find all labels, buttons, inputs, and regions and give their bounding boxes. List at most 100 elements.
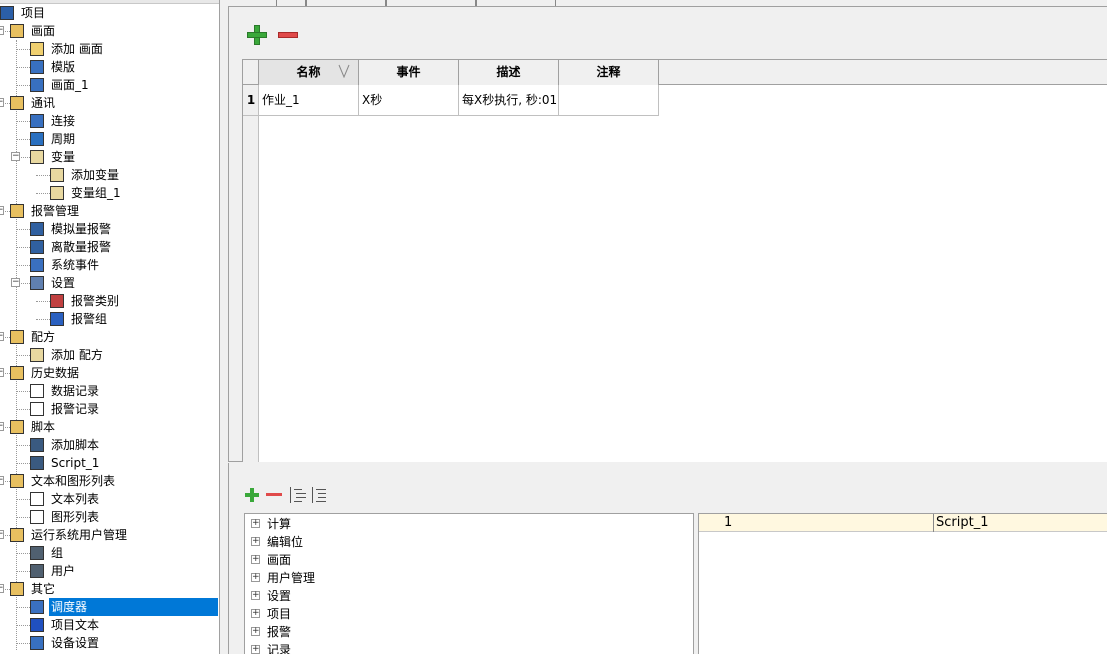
function-category-label: 项目: [267, 607, 292, 621]
tree-item-label: 报警组: [71, 312, 108, 326]
tree-item[interactable]: 文本和图形列表 −: [0, 472, 219, 490]
function-list-pane[interactable]: 1 Script_1: [698, 513, 1107, 654]
recipe-folder-icon: [10, 330, 24, 344]
cell-comment[interactable]: [559, 85, 659, 116]
tree-item[interactable]: 添加 画面: [0, 40, 219, 58]
tree-item[interactable]: 文本列表: [0, 490, 219, 508]
graphic-list-icon: [30, 510, 44, 524]
expand-icon[interactable]: +: [251, 645, 260, 654]
function-category-label: 用户管理: [267, 571, 316, 585]
tree-item[interactable]: 离散量报警: [0, 238, 219, 256]
function-index: 1: [699, 514, 934, 532]
tree-item[interactable]: 添加脚本: [0, 436, 219, 454]
tree-item[interactable]: 模版: [0, 58, 219, 76]
system-function-tree[interactable]: + 计算 + 编辑位 + 画面 + 用户管理 + 设置 + 项目 + 报警 + 记录: [244, 513, 694, 654]
tree-item[interactable]: 设备设置: [0, 634, 219, 652]
column-header-description[interactable]: 描述: [459, 60, 559, 85]
tree-item-label: 变量: [51, 150, 76, 164]
collapse-icon[interactable]: −: [0, 26, 4, 35]
collapse-icon[interactable]: −: [0, 422, 4, 431]
tree-item[interactable]: 报警管理 −: [0, 202, 219, 220]
project-text-icon: [30, 618, 44, 632]
remove-function-button[interactable]: [266, 487, 282, 503]
expand-icon[interactable]: +: [251, 573, 260, 582]
tree-item[interactable]: 变量 −: [0, 148, 219, 166]
tree-item[interactable]: 图形列表: [0, 508, 219, 526]
tree-item[interactable]: 运行系统用户管理 −: [0, 526, 219, 544]
collapse-icon[interactable]: −: [11, 152, 20, 161]
collapse-icon[interactable]: −: [0, 332, 4, 341]
function-list-row[interactable]: 1 Script_1: [699, 514, 1107, 532]
tree-item[interactable]: 用户: [0, 562, 219, 580]
editor-tab[interactable]: [276, 0, 306, 6]
add-script-icon: [30, 438, 44, 452]
function-name[interactable]: Script_1: [936, 514, 988, 532]
expand-icon[interactable]: +: [251, 627, 260, 636]
plus-icon: [247, 32, 267, 38]
tree-item[interactable]: 模拟量报警: [0, 220, 219, 238]
column-header-name[interactable]: 名称: [259, 60, 359, 85]
collapse-icon[interactable]: −: [0, 476, 4, 485]
tree-item[interactable]: 历史数据 −: [0, 364, 219, 382]
tree-item[interactable]: 通讯 −: [0, 94, 219, 112]
tree-item[interactable]: 组: [0, 544, 219, 562]
lists-folder-icon: [10, 474, 24, 488]
tree-item[interactable]: 项目文本: [0, 616, 219, 634]
expand-icon[interactable]: +: [251, 519, 260, 528]
collapse-icon[interactable]: −: [0, 584, 4, 593]
tree-item-label: 调度器: [49, 598, 218, 616]
collapse-icon[interactable]: −: [0, 368, 4, 377]
tree-item[interactable]: 添加 配方: [0, 346, 219, 364]
row-number[interactable]: 1: [243, 85, 259, 116]
tree-item-label: 模版: [51, 60, 76, 74]
tree-item[interactable]: 数据记录: [0, 382, 219, 400]
column-header-comment[interactable]: 注释: [559, 60, 659, 85]
tree-item[interactable]: 脚本 −: [0, 418, 219, 436]
collapse-icon[interactable]: −: [0, 98, 4, 107]
tree-item[interactable]: 报警类别: [0, 292, 219, 310]
editor-tab[interactable]: [386, 0, 476, 6]
indent-icon[interactable]: [290, 487, 306, 503]
tree-item-label: 配方: [31, 330, 56, 344]
cell-event[interactable]: X秒: [359, 85, 459, 116]
editor-tab[interactable]: [476, 0, 556, 6]
tree-item[interactable]: 连接: [0, 112, 219, 130]
pane-splitter[interactable]: [220, 0, 228, 654]
tree-item[interactable]: 添加变量: [0, 166, 219, 184]
editor-tabs-strip: [228, 0, 1107, 7]
tree-item[interactable]: Script_1: [0, 454, 219, 472]
tree-item[interactable]: 调度器: [0, 598, 219, 616]
tree-item-label: 周期: [51, 132, 76, 146]
column-header-event[interactable]: 事件: [359, 60, 459, 85]
grid-corner: [243, 60, 259, 85]
tree-item[interactable]: 其它 −: [0, 580, 219, 598]
collapse-icon[interactable]: −: [11, 278, 20, 287]
text-list-icon: [30, 492, 44, 506]
tree-item-label: 系统事件: [51, 258, 100, 272]
tree-item[interactable]: 配方 −: [0, 328, 219, 346]
tree-item[interactable]: 报警组: [0, 310, 219, 328]
editor-tab[interactable]: [306, 0, 386, 6]
app-window: 项目画面−添加 画面模版画面_1通讯−连接周期变量−添加变量变量组_1报警管理−…: [0, 0, 1107, 654]
collapse-icon[interactable]: −: [0, 530, 4, 539]
expand-icon[interactable]: +: [251, 591, 260, 600]
project-tree[interactable]: 项目画面 − 添加 画面模版画面_1 通讯 − 连接周期变量 − 添加变量变量组_1 报警管理 −…: [0, 0, 220, 654]
tree-item[interactable]: 变量组_1: [0, 184, 219, 202]
expand-icon[interactable]: +: [251, 555, 260, 564]
tree-item[interactable]: 周期: [0, 130, 219, 148]
cell-description[interactable]: 每X秒执行, 秒:01: [459, 85, 559, 116]
add-job-button[interactable]: [246, 24, 268, 46]
tree-item[interactable]: 报警记录: [0, 400, 219, 418]
remove-job-button[interactable]: [277, 24, 299, 46]
expand-icon[interactable]: +: [251, 537, 260, 546]
tree-item[interactable]: 系统事件: [0, 256, 219, 274]
tree-item[interactable]: 项目: [0, 4, 219, 22]
add-function-button[interactable]: [245, 487, 261, 503]
expand-icon[interactable]: +: [251, 609, 260, 618]
collapse-icon[interactable]: −: [0, 206, 4, 215]
tree-item[interactable]: 设置 −: [0, 274, 219, 292]
cell-name[interactable]: 作业_1: [259, 85, 359, 116]
tree-item[interactable]: 画面_1: [0, 76, 219, 94]
outdent-icon[interactable]: [312, 487, 326, 503]
tree-item[interactable]: 画面 −: [0, 22, 219, 40]
